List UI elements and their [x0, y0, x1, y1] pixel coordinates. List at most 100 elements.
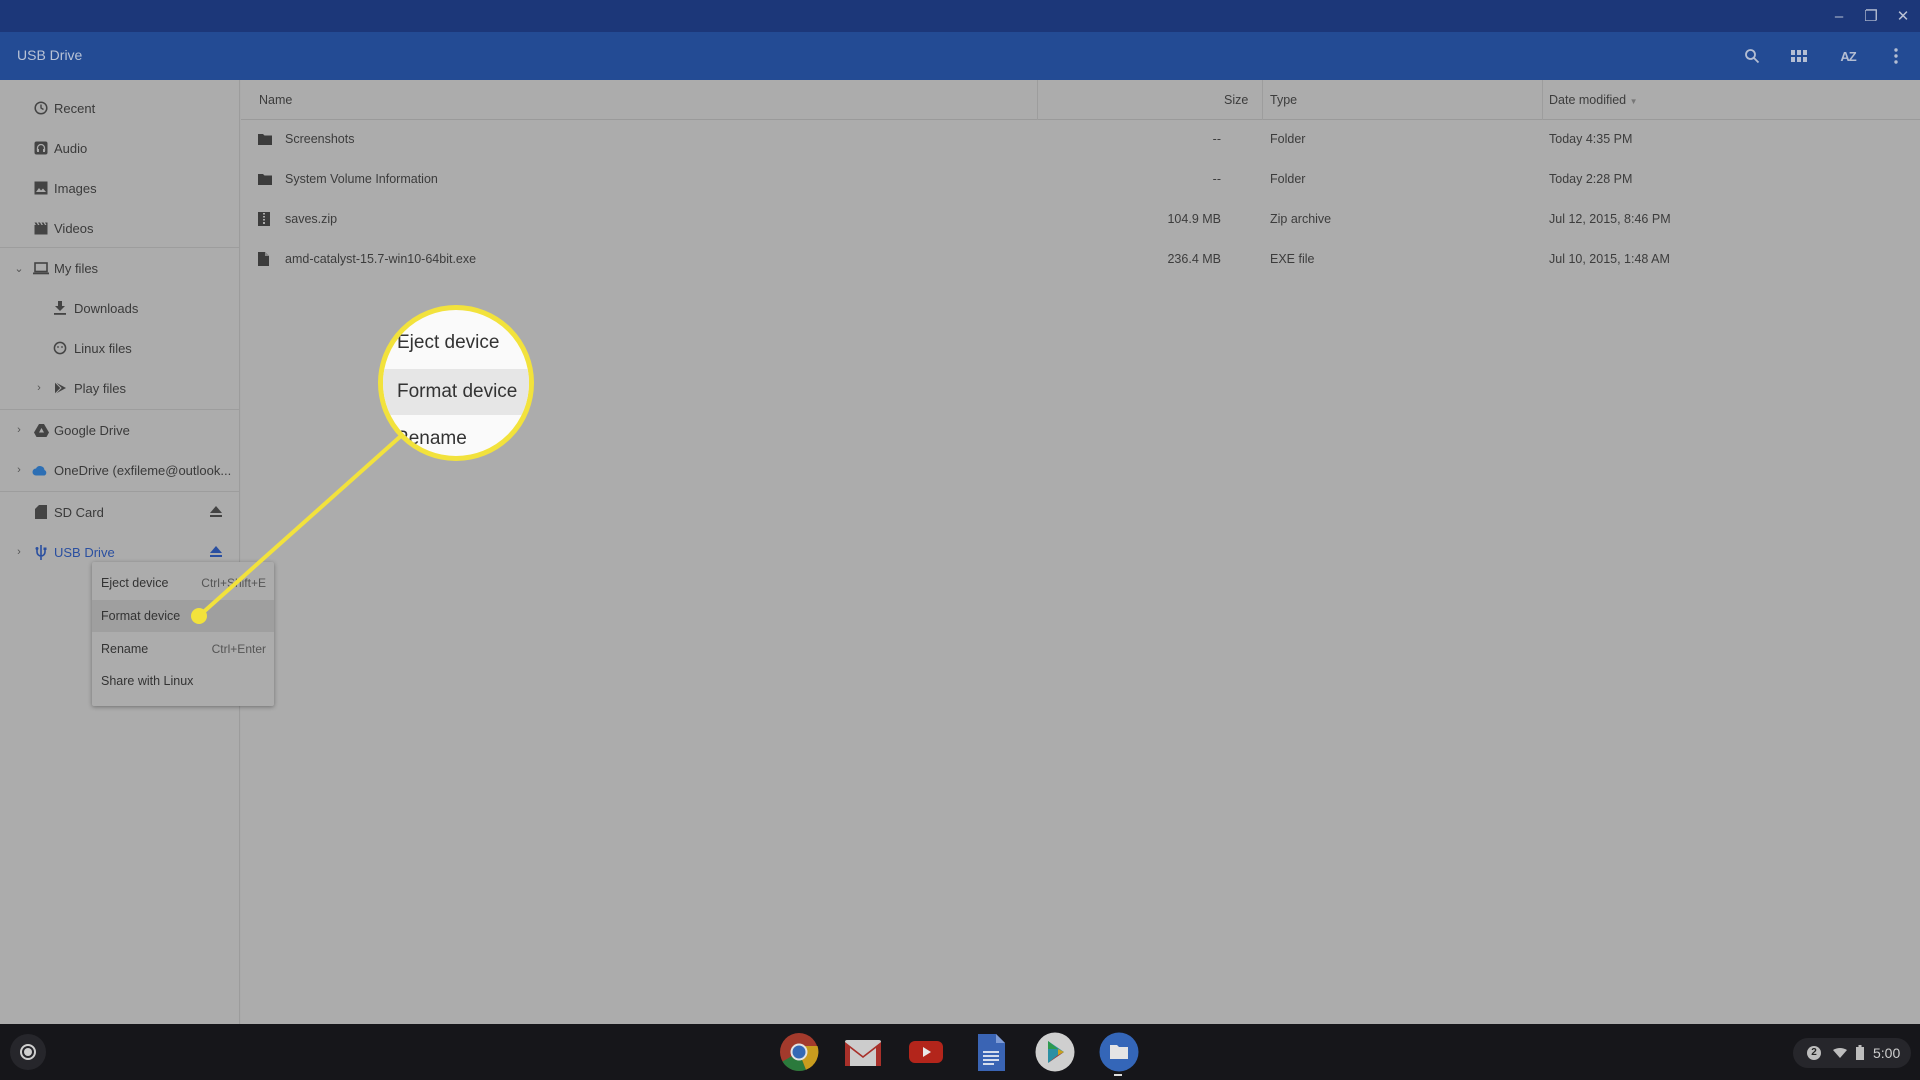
sort-az-icon: AZ [1840, 48, 1856, 64]
gmail-icon [845, 1040, 881, 1066]
sidebar-item-audio[interactable]: Audio [0, 128, 240, 168]
sidebar-item-label: My files [54, 260, 99, 276]
menu-item-format-device[interactable]: Format device [92, 600, 274, 632]
column-header-type[interactable]: Type [1270, 93, 1297, 107]
file-date: Jul 12, 2015, 8:46 PM [1549, 212, 1671, 226]
breadcrumb-title: USB Drive [17, 47, 83, 63]
sort-button[interactable]: AZ [1836, 44, 1860, 68]
menu-item-rename[interactable]: Rename Ctrl+Enter [92, 633, 274, 665]
battery-icon [1856, 1045, 1864, 1060]
shelf-app-chrome[interactable] [779, 1032, 819, 1072]
play-store-app-icon [1035, 1032, 1075, 1072]
chevron-right-icon[interactable]: › [13, 464, 25, 476]
menu-item-shortcut: Ctrl+Enter [211, 642, 266, 656]
callout-item-highlighted: Format device [383, 369, 529, 415]
file-size: -- [1212, 132, 1221, 146]
folder-icon [258, 172, 272, 186]
play-store-icon [52, 380, 68, 396]
file-list: Name Size Type Date modified ▼ Screensho… [241, 80, 1920, 1024]
app-header: USB Drive AZ [0, 32, 1920, 80]
sidebar-item-downloads[interactable]: Downloads [0, 288, 240, 328]
eject-icon [210, 546, 222, 557]
sidebar-item-videos[interactable]: Videos [0, 208, 240, 248]
chevron-right-icon[interactable]: › [13, 546, 25, 558]
callout-item: Eject device [397, 332, 500, 353]
file-icon [258, 252, 272, 266]
sidebar-item-onedrive[interactable]: › OneDrive (exfileme@outlook... [0, 450, 240, 490]
status-tray[interactable]: 2 5:00 [1793, 1038, 1911, 1068]
menu-item-label: Format device [101, 609, 181, 623]
file-date: Jul 10, 2015, 1:48 AM [1549, 252, 1670, 266]
headphones-icon [33, 140, 49, 156]
launcher-icon [20, 1044, 36, 1060]
sidebar-item-label: Linux files [74, 340, 132, 356]
chevron-right-icon[interactable]: › [33, 382, 45, 394]
file-date: Today 2:28 PM [1549, 172, 1633, 186]
chevron-down-icon[interactable]: ⌄ [13, 262, 25, 275]
file-name: Screenshots [285, 132, 355, 146]
column-resizer[interactable] [1262, 80, 1263, 120]
search-button[interactable] [1740, 44, 1764, 68]
window-titlebar: – ❐ ✕ [0, 0, 1920, 32]
notification-count-badge: 2 [1807, 1046, 1821, 1060]
column-header-date-label: Date modified [1549, 93, 1627, 107]
file-date: Today 4:35 PM [1549, 132, 1633, 146]
grid-view-icon [1791, 50, 1807, 62]
launcher-button[interactable] [10, 1034, 46, 1070]
table-row[interactable]: System Volume Information -- Folder Toda… [241, 160, 1920, 200]
column-header-size[interactable]: Size [1224, 93, 1248, 107]
column-resizer[interactable] [1037, 80, 1038, 120]
sidebar-item-linux-files[interactable]: Linux files [0, 328, 240, 368]
column-header-name[interactable]: Name [259, 93, 292, 107]
file-type: Folder [1270, 132, 1306, 146]
menu-item-label: Eject device [101, 576, 169, 590]
file-size: 104.9 MB [1167, 212, 1221, 226]
chevron-right-icon[interactable]: › [13, 424, 25, 436]
context-menu: Eject device Ctrl+Shift+E Format device … [92, 562, 274, 706]
minimize-button[interactable]: – [1828, 6, 1850, 28]
table-row[interactable]: saves.zip 104.9 MB Zip archive Jul 12, 2… [241, 200, 1920, 240]
sidebar-item-images[interactable]: Images [0, 168, 240, 208]
folder-icon [258, 132, 272, 146]
sidebar-item-label: OneDrive (exfileme@outlook... [54, 462, 232, 478]
sidebar-item-play-files[interactable]: › Play files [0, 368, 240, 408]
active-app-indicator [1114, 1074, 1122, 1076]
sidebar-item-my-files[interactable]: ⌄ My files [0, 248, 240, 288]
shelf-app-youtube[interactable] [907, 1032, 947, 1072]
shelf-app-docs[interactable] [971, 1032, 1011, 1072]
close-button[interactable]: ✕ [1892, 6, 1914, 28]
sidebar-item-label: Downloads [74, 300, 139, 316]
files-icon [1099, 1032, 1139, 1072]
column-resizer[interactable] [1542, 80, 1543, 120]
sidebar-item-google-drive[interactable]: › Google Drive [0, 410, 240, 450]
sidebar-item-label: Play files [74, 380, 127, 396]
linux-icon [52, 340, 68, 356]
maximize-button[interactable]: ❐ [1860, 6, 1882, 28]
shelf [0, 1024, 1920, 1080]
sidebar-item-recent[interactable]: Recent [0, 88, 240, 128]
sidebar-item-sd-card[interactable]: SD Card [0, 492, 240, 532]
shelf-app-play-store[interactable] [1035, 1032, 1075, 1072]
more-vert-icon [1894, 48, 1898, 64]
eject-usb-button[interactable] [209, 545, 223, 559]
menu-item-eject-device[interactable]: Eject device Ctrl+Shift+E [92, 567, 274, 599]
video-icon [33, 220, 49, 236]
sidebar-item-label: USB Drive [54, 544, 115, 560]
table-row[interactable]: Screenshots -- Folder Today 4:35 PM [241, 120, 1920, 160]
grid-view-button[interactable] [1787, 44, 1811, 68]
sd-card-icon [33, 504, 49, 520]
sidebar-item-label: Videos [54, 220, 94, 236]
sidebar-item-label: Recent [54, 100, 96, 116]
shelf-app-files[interactable] [1099, 1032, 1139, 1072]
shelf-app-gmail[interactable] [843, 1032, 883, 1072]
column-header-date[interactable]: Date modified ▼ [1549, 93, 1638, 107]
eject-sd-card-button[interactable] [209, 505, 223, 519]
file-type: Zip archive [1270, 212, 1332, 226]
clock: 5:00 [1873, 1045, 1901, 1061]
menu-item-share-with-linux[interactable]: Share with Linux [92, 665, 274, 697]
menu-item-label: Share with Linux [101, 674, 194, 688]
more-options-button[interactable] [1884, 44, 1908, 68]
table-row[interactable]: amd-catalyst-15.7-win10-64bit.exe 236.4 … [241, 240, 1920, 280]
download-icon [52, 300, 68, 316]
zip-file-icon [258, 212, 272, 226]
